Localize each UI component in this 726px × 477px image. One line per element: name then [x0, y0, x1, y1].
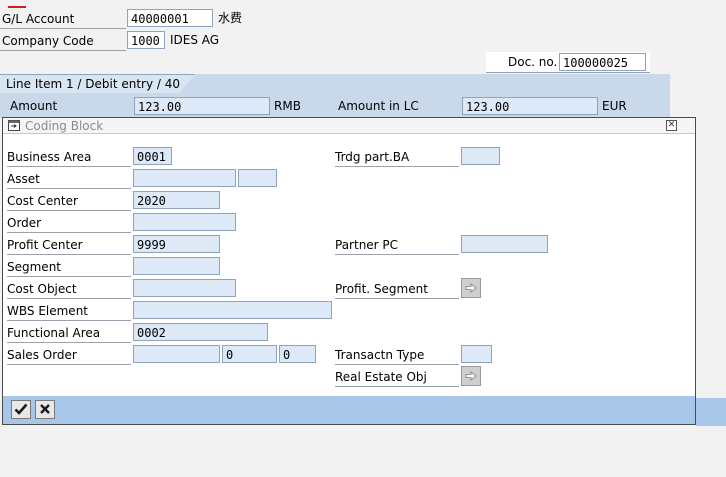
profit-center-label: Profit Center — [7, 236, 131, 255]
segment-label: Segment — [7, 258, 131, 277]
cancel-x-icon — [40, 404, 50, 414]
wbs-element-field[interactable] — [133, 301, 332, 319]
sales-order-item-field[interactable]: 0 — [222, 345, 277, 363]
company-code-label: Company Code — [0, 32, 126, 51]
order-label: Order — [7, 214, 131, 233]
line-item-tab: Line Item 1 / Debit entry / 40 — [0, 74, 196, 93]
dialog-title-bar: Coding Block ✕ — [3, 118, 695, 134]
arrow-right-icon — [465, 283, 477, 293]
partner-pc-field[interactable] — [461, 235, 548, 253]
doc-no-field[interactable]: 100000025 — [559, 53, 646, 71]
sales-order-schedule-field[interactable]: 0 — [279, 345, 316, 363]
dialog-footer — [3, 396, 695, 424]
cost-center-field[interactable]: 2020 — [133, 191, 220, 209]
asset-subnumber-field[interactable] — [238, 169, 277, 187]
real-estate-obj-label: Real Estate Obj — [335, 368, 459, 387]
profit-segment-label: Profit. Segment — [335, 280, 459, 299]
business-area-label: Business Area — [7, 148, 131, 167]
amount-lc-label: Amount in LC — [338, 99, 419, 113]
arrow-right-icon — [465, 371, 477, 381]
sales-order-label: Sales Order — [7, 346, 131, 365]
confirm-button[interactable] — [11, 400, 31, 419]
cancel-button[interactable] — [35, 400, 55, 419]
cost-object-field[interactable] — [133, 279, 236, 297]
close-icon[interactable]: ✕ — [666, 120, 677, 131]
segment-field[interactable] — [133, 257, 220, 275]
functional-area-label: Functional Area — [7, 324, 131, 343]
cost-center-label: Cost Center — [7, 192, 131, 211]
amount-label: Amount — [10, 99, 58, 113]
window-icon — [8, 120, 20, 131]
order-field[interactable] — [133, 213, 236, 231]
checkmark-icon — [14, 403, 28, 415]
gl-account-label: G/L Account — [0, 10, 126, 29]
business-area-field[interactable]: 0001 — [133, 147, 172, 165]
top-accent — [8, 6, 26, 8]
partner-pc-label: Partner PC — [335, 236, 459, 255]
gl-account-field[interactable]: 40000001 — [127, 9, 213, 27]
cost-object-label: Cost Object — [7, 280, 131, 299]
gl-account-description: 水费 — [218, 11, 243, 25]
real-estate-obj-button[interactable] — [461, 366, 481, 386]
amount-currency: RMB — [274, 99, 301, 113]
transactn-type-label: Transactn Type — [335, 346, 459, 365]
company-code-description: IDES AG — [170, 33, 220, 47]
asset-field[interactable] — [133, 169, 236, 187]
amount-lc-currency: EUR — [602, 99, 627, 113]
amount-field[interactable]: 123.00 — [134, 97, 270, 115]
trdg-part-ba-field[interactable] — [461, 147, 500, 165]
company-code-field[interactable]: 1000 — [127, 31, 165, 49]
coding-block-dialog: Coding Block ✕ Business Area 0001 Asset … — [2, 117, 696, 425]
transactn-type-field[interactable] — [461, 345, 492, 363]
amount-lc-field[interactable]: 123.00 — [462, 97, 598, 115]
functional-area-field[interactable]: 0002 — [133, 323, 268, 341]
asset-label: Asset — [7, 170, 131, 189]
sales-order-field[interactable] — [133, 345, 220, 363]
footer-extension — [696, 398, 726, 426]
dialog-title: Coding Block — [25, 119, 104, 133]
wbs-element-label: WBS Element — [7, 302, 131, 321]
trdg-part-ba-label: Trdg part.BA — [335, 148, 459, 167]
profit-center-field[interactable]: 9999 — [133, 235, 220, 253]
doc-no-label: Doc. no. — [508, 55, 558, 69]
profit-segment-button[interactable] — [461, 278, 481, 298]
